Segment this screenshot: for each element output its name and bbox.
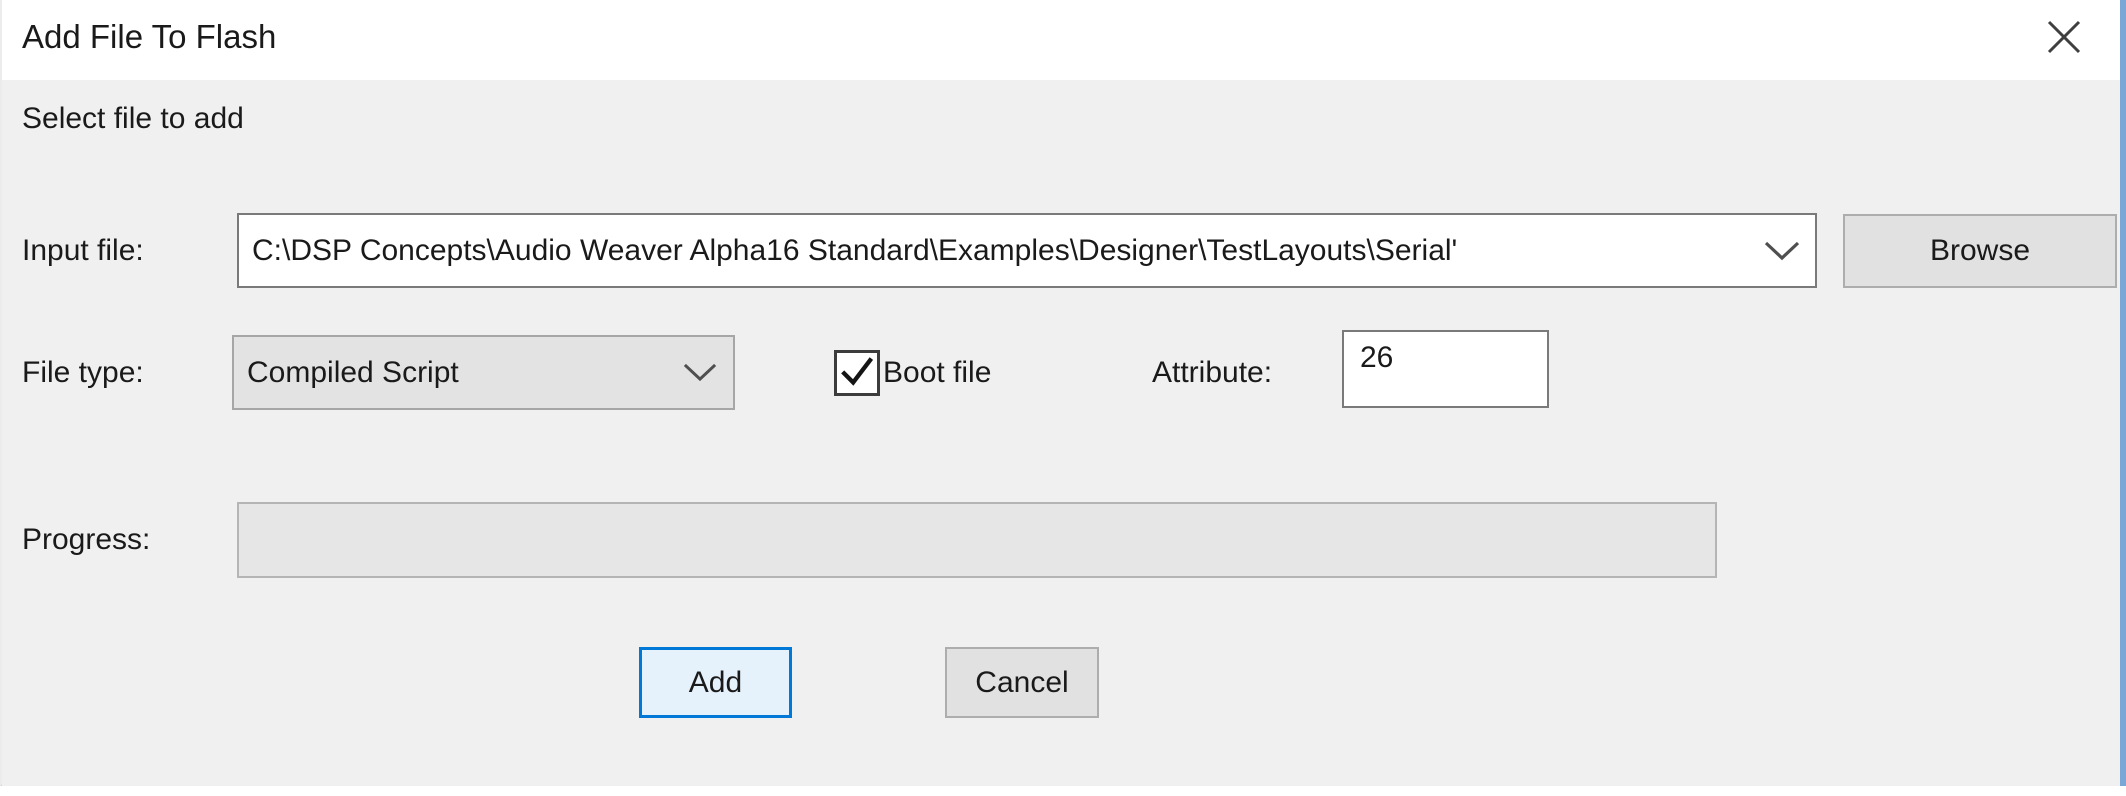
attribute-input[interactable]: [1342, 330, 1549, 408]
add-button[interactable]: Add: [639, 647, 792, 718]
add-file-to-flash-dialog: Add File To Flash Select file to add Inp…: [0, 0, 2126, 786]
check-icon: [835, 348, 879, 397]
cancel-button[interactable]: Cancel: [945, 647, 1099, 718]
progress-bar: [237, 502, 1717, 578]
progress-label: Progress:: [22, 502, 150, 578]
titlebar[interactable]: Add File To Flash: [2, 0, 2126, 80]
attribute-label: Attribute:: [1152, 335, 1272, 410]
dialog-title: Add File To Flash: [22, 0, 276, 74]
boot-file-checkbox[interactable]: Boot file: [834, 335, 991, 410]
file-type-label: File type:: [22, 335, 144, 410]
close-icon: [2044, 17, 2084, 57]
chevron-down-icon: [667, 363, 733, 382]
section-heading: Select file to add: [22, 102, 244, 136]
dialog-body: Select file to add Input file: C:\DSP Co…: [2, 80, 2126, 786]
checkbox-box[interactable]: [834, 350, 880, 396]
browse-button[interactable]: Browse: [1843, 214, 2117, 288]
input-file-value[interactable]: C:\DSP Concepts\Audio Weaver Alpha16 Sta…: [239, 234, 1749, 268]
chevron-down-icon[interactable]: [1749, 241, 1815, 261]
file-type-dropdown[interactable]: Compiled Script: [232, 335, 735, 410]
screen: Add File To Flash Select file to add Inp…: [0, 0, 2126, 796]
input-file-label: Input file:: [22, 213, 144, 288]
boot-file-label: Boot file: [883, 356, 991, 390]
close-button[interactable]: [2032, 6, 2096, 68]
file-type-value: Compiled Script: [234, 356, 667, 390]
input-file-combobox[interactable]: C:\DSP Concepts\Audio Weaver Alpha16 Sta…: [237, 213, 1817, 288]
window-border-right: [2120, 0, 2126, 786]
